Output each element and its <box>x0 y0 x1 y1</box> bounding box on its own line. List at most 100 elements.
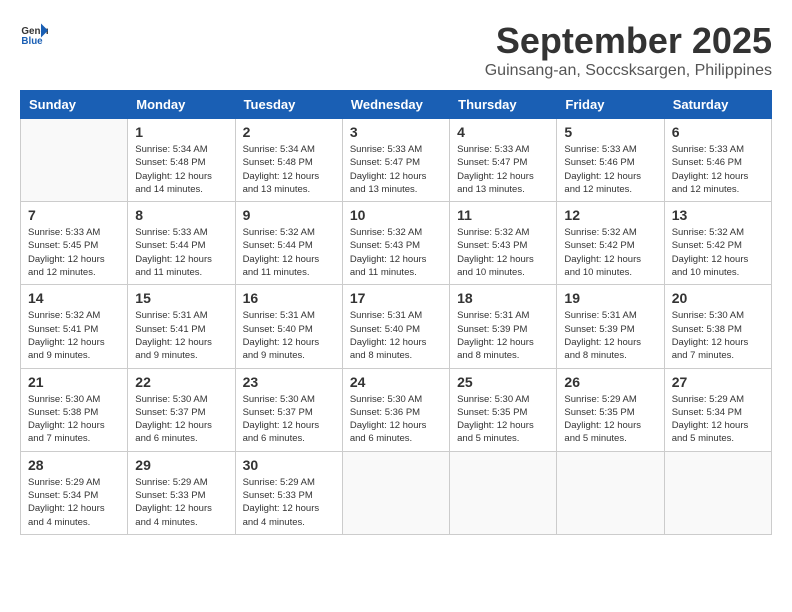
day-number: 16 <box>243 290 335 306</box>
table-row: 11Sunrise: 5:32 AMSunset: 5:43 PMDayligh… <box>450 202 557 285</box>
table-row <box>21 119 128 202</box>
day-info: Sunrise: 5:29 AMSunset: 5:35 PMDaylight:… <box>564 393 656 446</box>
day-info: Sunrise: 5:30 AMSunset: 5:35 PMDaylight:… <box>457 393 549 446</box>
day-info: Sunrise: 5:33 AMSunset: 5:46 PMDaylight:… <box>672 143 764 196</box>
col-friday: Friday <box>557 91 664 119</box>
day-number: 13 <box>672 207 764 223</box>
title-section: September 2025 Guinsang-an, Soccsksargen… <box>485 20 772 80</box>
table-row: 10 Sunrise: 5:32 AMSunset: 5:43 PMDayligh… <box>342 202 449 285</box>
day-info: Sunrise: 5:33 AMSunset: 5:47 PMDaylight:… <box>350 143 442 196</box>
table-row: 3 Sunrise: 5:33 AMSunset: 5:47 PMDaylight… <box>342 119 449 202</box>
day-number: 21 <box>28 374 120 390</box>
logo-icon: General Blue <box>20 20 48 48</box>
day-number: 23 <box>243 374 335 390</box>
table-row: 9Sunrise: 5:32 AMSunset: 5:44 PMDaylight… <box>235 202 342 285</box>
page-header: General Blue September 2025 Guinsang-an,… <box>20 20 772 80</box>
table-row: 19 Sunrise: 5:31 AMSunset: 5:39 PMDayligh… <box>557 285 664 368</box>
day-number: 5 <box>564 124 656 140</box>
table-row <box>664 451 771 534</box>
table-row: 27 Sunrise: 5:29 AMSunset: 5:34 PMDayligh… <box>664 368 771 451</box>
day-number: 12 <box>564 207 656 223</box>
month-title: September 2025 <box>485 20 772 62</box>
location-title: Guinsang-an, Soccsksargen, Philippines <box>485 62 772 80</box>
table-row: 13 Sunrise: 5:32 AMSunset: 5:42 PMDayligh… <box>664 202 771 285</box>
table-row: 20Sunrise: 5:30 AMSunset: 5:38 PMDayligh… <box>664 285 771 368</box>
table-row: 15 Sunrise: 5:31 AMSunset: 5:41 PMDayligh… <box>128 285 235 368</box>
table-row: 23 Sunrise: 5:30 AMSunset: 5:37 PMDayligh… <box>235 368 342 451</box>
col-thursday: Thursday <box>450 91 557 119</box>
day-info: Sunrise: 5:29 AMSunset: 5:34 PMDaylight:… <box>28 476 120 529</box>
day-number: 26 <box>564 374 656 390</box>
day-info: Sunrise: 5:34 AMSunset: 5:48 PMDaylight:… <box>243 143 335 196</box>
day-info: Sunrise: 5:32 AMSunset: 5:43 PMDaylight:… <box>457 226 549 279</box>
table-row: 21 Sunrise: 5:30 AMSunset: 5:38 PMDayligh… <box>21 368 128 451</box>
table-row: 18 Sunrise: 5:31 AMSunset: 5:39 PMDayligh… <box>450 285 557 368</box>
day-info: Sunrise: 5:33 AMSunset: 5:44 PMDaylight:… <box>135 226 227 279</box>
table-row <box>450 451 557 534</box>
day-info: Sunrise: 5:31 AMSunset: 5:39 PMDaylight:… <box>457 309 549 362</box>
day-info: Sunrise: 5:32 AMSunset: 5:43 PMDaylight:… <box>350 226 442 279</box>
table-row: 12 Sunrise: 5:32 AMSunset: 5:42 PMDayligh… <box>557 202 664 285</box>
col-tuesday: Tuesday <box>235 91 342 119</box>
day-number: 22 <box>135 374 227 390</box>
day-number: 1 <box>135 124 227 140</box>
day-number: 10 <box>350 207 442 223</box>
day-info: Sunrise: 5:32 AMSunset: 5:42 PMDaylight:… <box>672 226 764 279</box>
day-info: Sunrise: 5:31 AMSunset: 5:40 PMDaylight:… <box>243 309 335 362</box>
table-row: 30Sunrise: 5:29 AMSunset: 5:33 PMDayligh… <box>235 451 342 534</box>
calendar-week-4: 21 Sunrise: 5:30 AMSunset: 5:38 PMDayligh… <box>21 368 772 451</box>
day-number: 27 <box>672 374 764 390</box>
calendar-week-5: 28Sunrise: 5:29 AMSunset: 5:34 PMDayligh… <box>21 451 772 534</box>
day-number: 14 <box>28 290 120 306</box>
day-number: 19 <box>564 290 656 306</box>
table-row: 1 Sunrise: 5:34 AMSunset: 5:48 PMDaylight… <box>128 119 235 202</box>
day-number: 20 <box>672 290 764 306</box>
col-sunday: Sunday <box>21 91 128 119</box>
table-row: 5 Sunrise: 5:33 AMSunset: 5:46 PMDaylight… <box>557 119 664 202</box>
table-row: 8 Sunrise: 5:33 AMSunset: 5:44 PMDaylight… <box>128 202 235 285</box>
day-info: Sunrise: 5:30 AMSunset: 5:37 PMDaylight:… <box>135 393 227 446</box>
day-info: Sunrise: 5:29 AMSunset: 5:33 PMDaylight:… <box>243 476 335 529</box>
day-info: Sunrise: 5:30 AMSunset: 5:36 PMDaylight:… <box>350 393 442 446</box>
day-number: 18 <box>457 290 549 306</box>
col-wednesday: Wednesday <box>342 91 449 119</box>
day-number: 15 <box>135 290 227 306</box>
day-info: Sunrise: 5:33 AMSunset: 5:45 PMDaylight:… <box>28 226 120 279</box>
day-number: 7 <box>28 207 120 223</box>
day-number: 17 <box>350 290 442 306</box>
table-row: 28Sunrise: 5:29 AMSunset: 5:34 PMDayligh… <box>21 451 128 534</box>
logo[interactable]: General Blue <box>20 20 48 48</box>
calendar-table: Sunday Monday Tuesday Wednesday Thursday… <box>20 90 772 535</box>
table-row: 7 Sunrise: 5:33 AMSunset: 5:45 PMDaylight… <box>21 202 128 285</box>
day-number: 6 <box>672 124 764 140</box>
table-row: 16 Sunrise: 5:31 AMSunset: 5:40 PMDayligh… <box>235 285 342 368</box>
day-number: 25 <box>457 374 549 390</box>
day-info: Sunrise: 5:29 AMSunset: 5:34 PMDaylight:… <box>672 393 764 446</box>
table-row: 29 Sunrise: 5:29 AMSunset: 5:33 PMDayligh… <box>128 451 235 534</box>
day-info: Sunrise: 5:33 AMSunset: 5:47 PMDaylight:… <box>457 143 549 196</box>
day-info: Sunrise: 5:31 AMSunset: 5:39 PMDaylight:… <box>564 309 656 362</box>
col-saturday: Saturday <box>664 91 771 119</box>
table-row: 4 Sunrise: 5:33 AMSunset: 5:47 PMDaylight… <box>450 119 557 202</box>
day-info: Sunrise: 5:30 AMSunset: 5:37 PMDaylight:… <box>243 393 335 446</box>
day-number: 29 <box>135 457 227 473</box>
day-info: Sunrise: 5:29 AMSunset: 5:33 PMDaylight:… <box>135 476 227 529</box>
col-monday: Monday <box>128 91 235 119</box>
day-info: Sunrise: 5:34 AMSunset: 5:48 PMDaylight:… <box>135 143 227 196</box>
day-number: 3 <box>350 124 442 140</box>
day-number: 8 <box>135 207 227 223</box>
table-row: 26 Sunrise: 5:29 AMSunset: 5:35 PMDayligh… <box>557 368 664 451</box>
calendar-header-row: Sunday Monday Tuesday Wednesday Thursday… <box>21 91 772 119</box>
calendar-week-1: 1 Sunrise: 5:34 AMSunset: 5:48 PMDaylight… <box>21 119 772 202</box>
calendar-week-3: 14Sunrise: 5:32 AMSunset: 5:41 PMDayligh… <box>21 285 772 368</box>
day-number: 24 <box>350 374 442 390</box>
day-number: 4 <box>457 124 549 140</box>
day-info: Sunrise: 5:31 AMSunset: 5:41 PMDaylight:… <box>135 309 227 362</box>
table-row: 24 Sunrise: 5:30 AMSunset: 5:36 PMDayligh… <box>342 368 449 451</box>
svg-text:Blue: Blue <box>21 36 43 47</box>
day-info: Sunrise: 5:32 AMSunset: 5:42 PMDaylight:… <box>564 226 656 279</box>
day-number: 9 <box>243 207 335 223</box>
day-info: Sunrise: 5:30 AMSunset: 5:38 PMDaylight:… <box>28 393 120 446</box>
day-info: Sunrise: 5:33 AMSunset: 5:46 PMDaylight:… <box>564 143 656 196</box>
table-row: 14Sunrise: 5:32 AMSunset: 5:41 PMDayligh… <box>21 285 128 368</box>
